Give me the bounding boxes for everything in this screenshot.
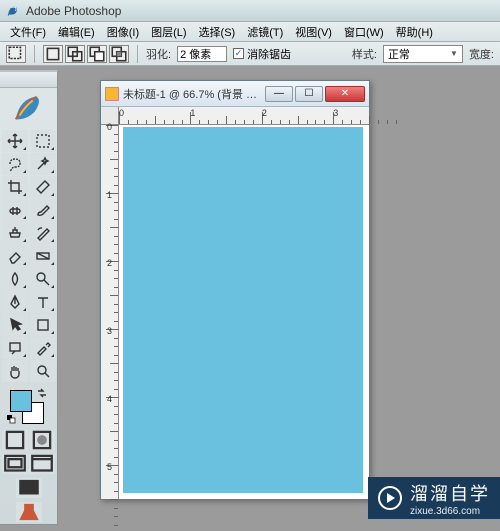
gradient-tool[interactable]	[30, 245, 56, 267]
antialias-label: 消除锯齿	[247, 46, 291, 62]
notes-tool[interactable]	[2, 337, 28, 359]
screen-full-menubar-button[interactable]	[29, 454, 55, 474]
separator	[34, 45, 35, 63]
play-icon	[378, 486, 402, 510]
menubar: 文件(F) 编辑(E) 图像(I) 图层(L) 选择(S) 滤镜(T) 视图(V…	[0, 22, 500, 42]
separator	[137, 45, 138, 63]
menu-filter[interactable]: 滤镜(T)	[241, 22, 289, 42]
menu-view[interactable]: 视图(V)	[289, 22, 338, 42]
crop-tool[interactable]	[2, 176, 28, 198]
minimize-button[interactable]: —	[265, 86, 293, 102]
width-label: 宽度:	[469, 46, 494, 62]
photoshop-feather-icon	[10, 91, 48, 125]
screen-full-button[interactable]	[16, 478, 42, 498]
maximize-button[interactable]: ☐	[295, 86, 323, 102]
tool-preset-button[interactable]	[6, 45, 26, 63]
edit-imageready-button[interactable]	[16, 502, 42, 522]
blur-tool[interactable]	[2, 268, 28, 290]
selection-subtract-button[interactable]	[87, 45, 107, 63]
checkbox-icon: ✓	[233, 48, 244, 59]
pen-tool[interactable]	[2, 291, 28, 313]
document-window: 未标题-1 @ 66.7% (背景 副... — ☐ ✕ 0123 012345	[100, 80, 370, 500]
standard-mode-button[interactable]	[2, 430, 28, 450]
type-tool[interactable]	[30, 291, 56, 313]
menu-select[interactable]: 选择(S)	[193, 22, 242, 42]
style-value: 正常	[388, 46, 410, 62]
feather-value: 2 像素	[180, 46, 211, 62]
watermark-text: 溜溜自学	[410, 480, 490, 506]
selection-add-button[interactable]	[65, 45, 85, 63]
canvas[interactable]	[123, 127, 363, 493]
document-titlebar[interactable]: 未标题-1 @ 66.7% (背景 副... — ☐ ✕	[101, 81, 369, 107]
close-button[interactable]: ✕	[325, 86, 365, 102]
options-bar: 羽化: 2 像素 ✓ 消除锯齿 样式: 正常 ▼ 宽度:	[0, 42, 500, 66]
slice-tool[interactable]	[30, 176, 56, 198]
menu-layer[interactable]: 图层(L)	[145, 22, 192, 42]
eraser-tool[interactable]	[2, 245, 28, 267]
zoom-tool[interactable]	[30, 360, 56, 382]
document-title: 未标题-1 @ 66.7% (背景 副...	[123, 86, 261, 102]
document-icon	[105, 87, 119, 101]
tools-panel	[0, 70, 58, 525]
path-selection-tool[interactable]	[2, 314, 28, 336]
selection-mode-group	[43, 45, 129, 63]
dodge-tool[interactable]	[30, 268, 56, 290]
brush-tool[interactable]	[30, 199, 56, 221]
default-colors-icon[interactable]	[6, 414, 16, 424]
ruler-vertical[interactable]: 012345	[101, 125, 119, 499]
selection-intersect-button[interactable]	[109, 45, 129, 63]
menu-window[interactable]: 窗口(W)	[338, 22, 390, 42]
move-tool[interactable]	[2, 130, 28, 152]
quickmask-mode-button[interactable]	[29, 430, 55, 450]
chevron-down-icon: ▼	[450, 49, 458, 58]
menu-image[interactable]: 图像(I)	[101, 22, 145, 42]
document-body: 0123 012345	[101, 107, 369, 499]
photoshop-logo-icon	[6, 4, 20, 18]
lasso-tool[interactable]	[2, 153, 28, 175]
app-titlebar: Adobe Photoshop	[0, 0, 500, 22]
menu-file[interactable]: 文件(F)	[4, 22, 52, 42]
hand-tool[interactable]	[2, 360, 28, 382]
ruler-horizontal[interactable]: 0123	[119, 107, 369, 125]
healing-brush-tool[interactable]	[2, 199, 28, 221]
color-swatches	[6, 388, 51, 424]
eyedropper-tool[interactable]	[30, 337, 56, 359]
selection-new-button[interactable]	[43, 45, 63, 63]
shape-tool[interactable]	[30, 314, 56, 336]
marquee-tool[interactable]	[30, 130, 56, 152]
clone-stamp-tool[interactable]	[2, 222, 28, 244]
app-title: Adobe Photoshop	[26, 4, 121, 18]
antialias-checkbox[interactable]: ✓ 消除锯齿	[233, 46, 291, 62]
feather-label: 羽化:	[146, 46, 171, 62]
swap-colors-icon[interactable]	[37, 388, 47, 398]
screen-standard-button[interactable]	[2, 454, 28, 474]
history-brush-tool[interactable]	[30, 222, 56, 244]
feather-input[interactable]: 2 像素	[177, 46, 227, 62]
watermark: 溜溜自学 zixue.3d66.com	[368, 477, 500, 519]
magic-wand-tool[interactable]	[30, 153, 56, 175]
style-label: 样式:	[352, 46, 377, 62]
menu-help[interactable]: 帮助(H)	[390, 22, 439, 42]
tools-panel-header[interactable]	[0, 72, 57, 88]
foreground-color[interactable]	[10, 390, 32, 412]
style-select[interactable]: 正常 ▼	[383, 45, 463, 63]
menu-edit[interactable]: 编辑(E)	[52, 22, 101, 42]
watermark-url: zixue.3d66.com	[410, 506, 490, 517]
